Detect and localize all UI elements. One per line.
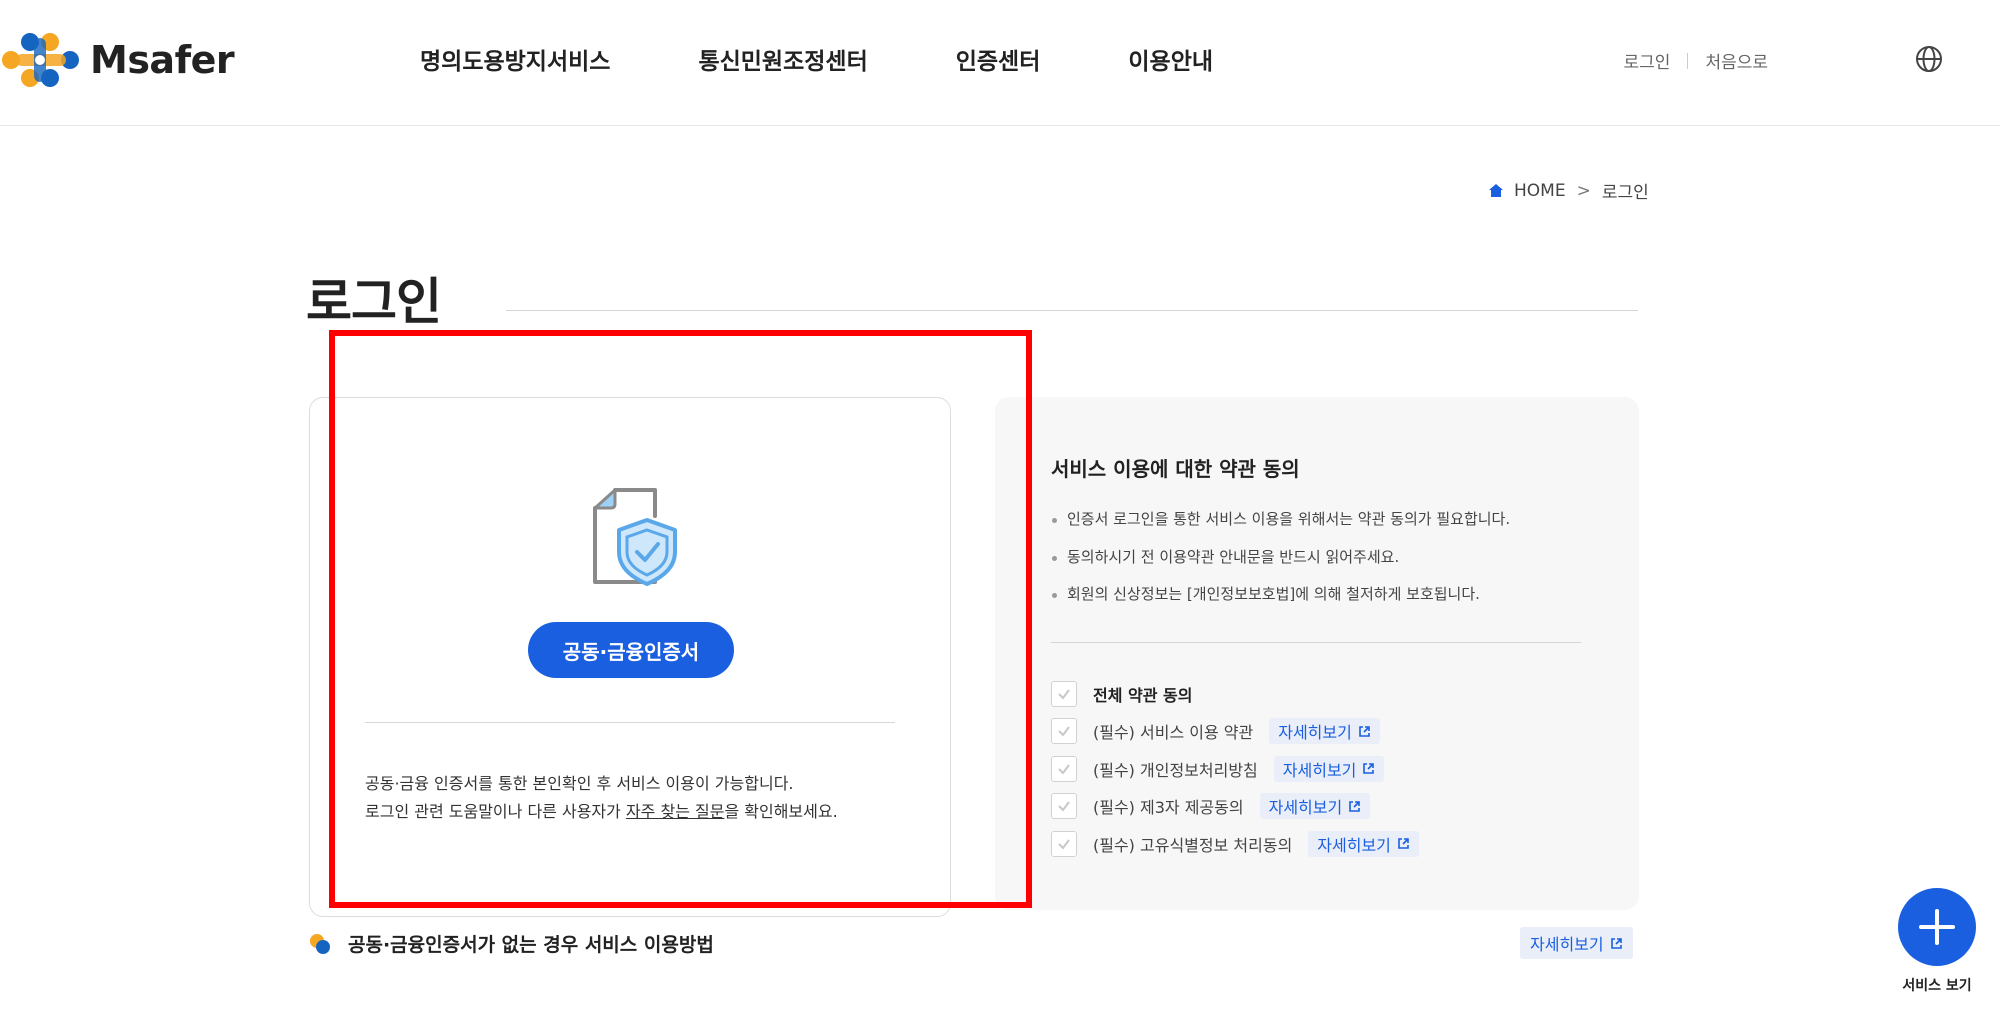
logo[interactable]: Msafer [0,28,235,92]
certificate-login-card: 공동·금융인증서 공동·금융 인증서를 통한 본인확인 후 서비스 이용이 가능… [309,397,951,917]
detail-label: 자세히보기 [1317,835,1391,855]
description-line-2: 로그인 관련 도움말이나 다른 사용자가 자주 찾는 질문을 확인해보세요. [365,798,838,826]
breadcrumb: HOME > 로그인 [1488,178,1649,203]
nav-item-guide[interactable]: 이용안내 [1128,42,1213,76]
agree-all-label: 전체 약관 동의 [1093,685,1193,705]
breadcrumb-separator: > [1576,180,1591,201]
third-party-checkbox[interactable] [1051,793,1077,820]
external-link-icon [1398,838,1409,850]
third-party-detail-button[interactable]: 자세히보기 [1259,793,1371,820]
description-text: 로그인 관련 도움말이나 다른 사용자가 [365,802,626,821]
service-terms-checkbox[interactable] [1051,718,1077,745]
unique-id-label: (필수) 고유식별정보 처리동의 [1093,835,1293,855]
terms-divider [1051,642,1581,643]
privacy-policy-detail-button[interactable]: 자세히보기 [1273,755,1385,782]
terms-note: 회원의 신상정보는 [개인정보보호법]에 의해 철저하게 보호됩니다. [1051,576,1510,614]
service-terms-label: (필수) 서비스 이용 약관 [1093,723,1254,743]
detail-label: 자세히보기 [1530,935,1604,954]
agree-row-privacy-policy: (필수) 개인정보처리방침 자세히보기 [1051,750,1419,788]
msafer-logo-icon [2,33,79,87]
utility-links: 로그인 처음으로 [1624,48,1768,73]
globe-icon[interactable] [1914,44,1944,74]
page-title: 로그인 [306,273,442,331]
unique-id-checkbox[interactable] [1051,830,1077,857]
agree-row-unique-id: (필수) 고유식별정보 처리동의 자세히보기 [1051,825,1419,863]
logo-text: Msafer [90,38,235,82]
terms-agreement-card: 서비스 이용에 대한 약관 동의 인증서 로그인을 통한 서비스 이용을 위해서… [995,397,1639,910]
external-link-icon [1610,937,1622,949]
home-icon [1489,183,1503,197]
no-certificate-text: 공동·금융인증서가 없는 경우 서비스 이용방법 [348,934,714,956]
home-link[interactable]: 처음으로 [1705,48,1768,73]
privacy-policy-label: (필수) 개인정보처리방침 [1093,760,1258,780]
terms-note: 인증서 로그인을 통한 서비스 이용을 위해서는 약관 동의가 필요합니다. [1051,501,1510,539]
certificate-login-button[interactable]: 공동·금융인증서 [528,622,734,678]
no-certificate-detail-button[interactable]: 자세히보기 [1520,927,1633,959]
nav-item-complaint-center[interactable]: 통신민원조정센터 [698,42,867,76]
third-party-label: (필수) 제3자 제공동의 [1093,798,1244,818]
nav-item-auth-center[interactable]: 인증센터 [956,42,1041,76]
privacy-policy-checkbox[interactable] [1051,755,1077,782]
divider [1687,52,1689,69]
plus-icon [1919,909,1955,945]
check-icon [1058,689,1070,700]
agree-row-third-party: (필수) 제3자 제공동의 자세히보기 [1051,788,1419,826]
service-view-button[interactable] [1898,888,1976,966]
nav-item-identity-theft[interactable]: 명의도용방지서비스 [420,42,610,76]
main-nav: 명의도용방지서비스 통신민원조정센터 인증센터 이용안내 [420,42,1301,76]
description-text: 을 확인해보세요. [724,802,838,821]
unique-id-detail-button[interactable]: 자세히보기 [1308,830,1419,857]
no-certificate-guide: 공동·금융인증서가 없는 경우 서비스 이용방법 [308,930,714,957]
service-view-label: 서비스 보기 [1902,978,1972,994]
card-divider [365,722,895,723]
external-link-icon [1363,763,1375,775]
external-link-icon [1349,800,1361,812]
bullet-dots-icon [310,933,330,954]
certificate-shield-icon [593,488,677,586]
faq-link[interactable]: 자주 찾는 질문 [626,802,725,821]
agree-list: 전체 약관 동의 (필수) 서비스 이용 약관 자세히보기 (필수) 개인정보처… [1051,675,1419,863]
terms-title: 서비스 이용에 대한 약관 동의 [1051,457,1300,481]
check-icon [1058,801,1070,812]
check-icon [1058,764,1070,775]
detail-label: 자세히보기 [1278,723,1352,743]
agree-row-service-terms: (필수) 서비스 이용 약관 자세히보기 [1051,713,1419,751]
detail-label: 자세히보기 [1268,798,1343,818]
site-header: Msafer 명의도용방지서비스 통신민원조정센터 인증센터 이용안내 로그인 … [0,0,2000,126]
external-link-icon [1359,725,1370,737]
check-icon [1058,726,1070,737]
service-terms-detail-button[interactable]: 자세히보기 [1269,718,1380,745]
agree-all-checkbox[interactable] [1051,680,1077,707]
breadcrumb-current: 로그인 [1601,183,1649,203]
terms-note: 동의하시기 전 이용약관 안내문을 반드시 읽어주세요. [1051,539,1510,577]
terms-notes: 인증서 로그인을 통한 서비스 이용을 위해서는 약관 동의가 필요합니다. 동… [1051,501,1510,614]
check-icon [1058,839,1070,850]
breadcrumb-home[interactable]: HOME [1514,181,1566,201]
description-line-1: 공동·금융 인증서를 통한 본인확인 후 서비스 이용이 가능합니다. [365,774,794,793]
login-link[interactable]: 로그인 [1624,48,1671,73]
title-divider [506,310,1638,311]
certificate-description: 공동·금융 인증서를 통한 본인확인 후 서비스 이용이 가능합니다. 로그인 … [365,770,838,826]
agree-all-row: 전체 약관 동의 [1051,675,1419,713]
detail-label: 자세히보기 [1282,760,1357,780]
